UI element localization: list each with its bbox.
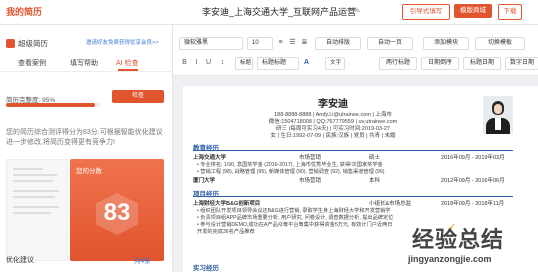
line-height-icon[interactable]: ↕: [217, 57, 228, 68]
tab-ai-check[interactable]: AI 检查: [116, 58, 139, 68]
font-family-select[interactable]: 微软雅黑: [179, 37, 243, 50]
completeness-progress-fill: [6, 103, 96, 107]
editor-toolbar: 微软雅黑 10 ≡ ☰ ≣ 自动排版 自动一页 添加模块 切换模板 B I U …: [173, 25, 538, 76]
contact-line-4[interactable]: 女 | 生日:1992-07-09 | 民族:汉族 | 党员 | 共青 | 未婚: [183, 131, 483, 139]
resume-name[interactable]: 李安迪: [183, 95, 483, 110]
active-tab-indicator: [118, 69, 138, 71]
guided-fill-button[interactable]: 引导式填写: [402, 4, 450, 20]
score-value: 83: [103, 199, 131, 226]
my-resume-link[interactable]: 我的简历: [6, 5, 42, 18]
font-size-select[interactable]: 10: [247, 37, 273, 50]
education-bullet[interactable]: • 营销工程 (98), 战略管理 (95), 新媒体管理 (90), 营销调查…: [197, 168, 497, 175]
section-intern-title[interactable]: 实习经历: [193, 262, 219, 272]
title-label: 标题: [235, 57, 253, 70]
auto-onepage-button[interactable]: 自动一页: [367, 37, 413, 50]
project-bullet[interactable]: • 组织团队开发项目领导会议还B&G进行营销, 录取学生身上海财经大学和开发营销…: [197, 207, 497, 214]
tab-fill-help[interactable]: 填写帮助: [70, 58, 98, 68]
underline-icon[interactable]: U: [203, 57, 214, 68]
section-divider: [193, 196, 513, 197]
left-panel: 超级简历 邀请好友免费获得优享会员>> 查看案例 填写帮助 AI 检查 简历完整…: [0, 25, 173, 272]
optimization-title: 优化建议: [6, 257, 34, 264]
tab-view-examples[interactable]: 查看案例: [18, 58, 46, 68]
resume-thumbnail: [6, 159, 68, 261]
two-line-title-button[interactable]: 两行标题: [379, 57, 417, 70]
title-style-select[interactable]: 标题标题: [257, 57, 299, 70]
left-tabs: 查看案例 填写帮助 AI 检查: [0, 55, 172, 72]
add-module-button[interactable]: 添加模块: [423, 37, 469, 50]
date-order-button[interactable]: 日期倒序: [421, 57, 459, 70]
font-color-icon[interactable]: A: [301, 57, 312, 68]
optimization-count[interactable]: 共4条: [134, 255, 151, 265]
logo-icon: [6, 39, 15, 48]
title-date-button[interactable]: 标题日期: [463, 57, 501, 70]
align-center-icon[interactable]: ☰: [287, 37, 298, 48]
download-button[interactable]: 下载: [498, 4, 522, 20]
document-title[interactable]: 李安迪_上海交通大学_互联网产品运营: [202, 5, 356, 18]
top-bar: 我的简历 李安迪_上海交通大学_互联网产品运营 ✎ 引导式填写 模版商城 下载: [0, 0, 538, 25]
bold-icon[interactable]: B: [179, 57, 190, 68]
education-bullet[interactable]: • 专业排名: 1/90, 息国奖学金 (2016-2017), 上海市优秀毕业…: [197, 161, 497, 168]
watermark-text: 经验总结: [412, 227, 505, 252]
check-button[interactable]: 检查: [112, 90, 164, 103]
watermark: 经验总结 ✓ jingyanzongjie.com: [404, 220, 538, 272]
edit-pencil-icon[interactable]: ✎: [354, 6, 362, 15]
profile-photo[interactable]: [483, 96, 513, 134]
score-card: 您的分数 83: [70, 159, 164, 261]
score-tip-text: 您的简历综合测评得分为83分,可根据智能优化建议进一步修改,将简历变得更有竞争力…: [6, 129, 163, 146]
score-card-title: 您的分数: [76, 168, 102, 175]
template-store-button[interactable]: 模版商城: [454, 4, 492, 18]
auto-arrange-button[interactable]: 自动排版: [315, 37, 361, 50]
completeness-progress: [6, 103, 100, 107]
section-divider: [193, 150, 513, 151]
brand-logo: 超级简历: [6, 38, 48, 49]
list-icon[interactable]: ≣: [299, 37, 310, 48]
switch-template-button[interactable]: 切换模板: [475, 37, 525, 50]
text-label: 文字: [325, 57, 345, 70]
italic-icon[interactable]: I: [191, 57, 202, 68]
checkmark-icon: ✓: [448, 222, 457, 233]
number-date-button[interactable]: 数字日期: [505, 57, 538, 70]
align-left-icon[interactable]: ≡: [275, 37, 286, 48]
watermark-url: jingyanzongjie.com: [408, 254, 492, 264]
invite-link[interactable]: 邀请好友免费获得优享会员>>: [86, 38, 158, 46]
